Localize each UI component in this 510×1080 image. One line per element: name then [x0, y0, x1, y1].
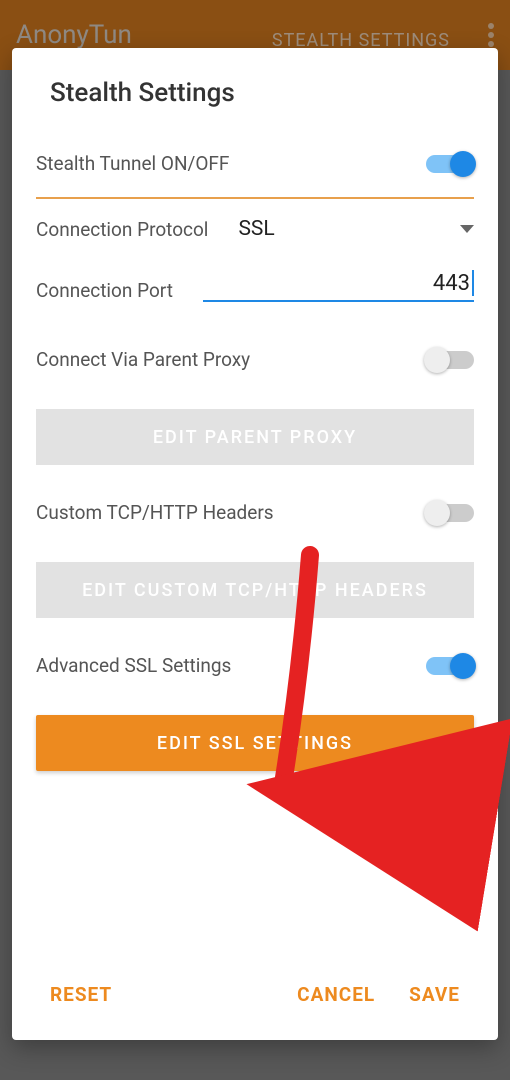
stealth-settings-dialog: Stealth Settings Stealth Tunnel ON/OFF C…	[12, 48, 498, 1040]
cancel-button[interactable]: CANCEL	[297, 983, 375, 1006]
port-label: Connection Port	[36, 279, 173, 302]
protocol-label: Connection Protocol	[36, 218, 208, 241]
stealth-tunnel-toggle[interactable]	[426, 155, 474, 173]
port-input-wrap[interactable]	[203, 271, 474, 302]
stealth-tunnel-row: Stealth Tunnel ON/OFF	[36, 152, 474, 175]
parent-proxy-row: Connect Via Parent Proxy	[36, 348, 474, 371]
edit-headers-button[interactable]: EDIT CUSTOM TCP/HTTP HEADERS	[36, 562, 474, 618]
parent-proxy-label: Connect Via Parent Proxy	[36, 348, 250, 371]
divider	[36, 197, 474, 199]
protocol-row: Connection Protocol SSL	[36, 217, 474, 241]
custom-headers-label: Custom TCP/HTTP Headers	[36, 501, 274, 524]
advanced-ssl-row: Advanced SSL Settings	[36, 654, 474, 677]
stealth-tunnel-label: Stealth Tunnel ON/OFF	[36, 152, 229, 175]
advanced-ssl-toggle[interactable]	[426, 657, 474, 675]
protocol-select[interactable]: SSL	[238, 217, 474, 241]
dialog-footer: RESET CANCEL SAVE	[36, 973, 474, 1020]
reset-button[interactable]: RESET	[50, 983, 112, 1006]
edit-parent-proxy-button[interactable]: EDIT PARENT PROXY	[36, 409, 474, 465]
custom-headers-toggle[interactable]	[426, 504, 474, 522]
dialog-title: Stealth Settings	[50, 78, 474, 108]
parent-proxy-toggle[interactable]	[426, 351, 474, 369]
advanced-ssl-label: Advanced SSL Settings	[36, 654, 231, 677]
port-row: Connection Port	[36, 271, 474, 302]
custom-headers-row: Custom TCP/HTTP Headers	[36, 501, 474, 524]
port-input[interactable]	[207, 271, 470, 296]
edit-ssl-settings-button[interactable]: EDIT SSL SETTINGS	[36, 715, 474, 771]
text-cursor	[472, 270, 474, 296]
chevron-down-icon	[460, 225, 474, 233]
protocol-value: SSL	[238, 217, 274, 241]
save-button[interactable]: SAVE	[409, 983, 460, 1006]
